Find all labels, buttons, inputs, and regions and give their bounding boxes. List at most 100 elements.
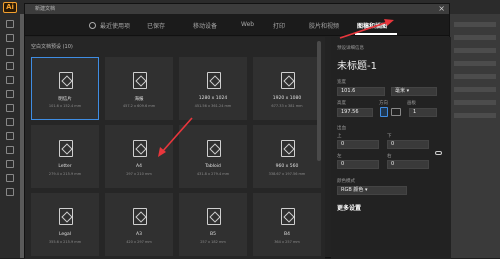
dialog-titlebar: 新建文档 × xyxy=(25,4,449,14)
document-icon xyxy=(59,140,73,157)
eraser-tool-icon[interactable] xyxy=(6,132,14,140)
direct-selection-tool-icon[interactable] xyxy=(6,34,14,42)
tab-print[interactable]: 打印 xyxy=(273,21,285,30)
preset-card[interactable]: B4 364 x 257 mm xyxy=(253,193,321,256)
preset-grid-area: 空白文档预设 (10) 明信片 101.6 x 152.4 mm 海报 457.2 x… xyxy=(25,37,325,259)
document-icon xyxy=(207,208,221,225)
preset-card[interactable]: Tabloid 431.8 x 279.4 mm xyxy=(179,125,247,188)
bleed-label: 出血 xyxy=(337,126,346,131)
document-icon xyxy=(59,72,73,89)
preset-name: A4 xyxy=(136,164,142,169)
preset-name: B4 xyxy=(284,232,290,237)
preset-size: 451.56 x 361.24 mm xyxy=(194,104,232,108)
bleed-left-input[interactable]: 0 xyxy=(337,160,379,169)
bleed-top-label: 上 xyxy=(337,134,342,139)
pen-tool-icon[interactable] xyxy=(6,48,14,56)
preset-card[interactable]: A4 297 x 210 mm xyxy=(105,125,173,188)
tab-web[interactable]: Web xyxy=(241,21,254,28)
type-tool-icon[interactable] xyxy=(6,62,14,70)
preset-name: 1280 x 1024 xyxy=(198,96,228,101)
bleed-top-input[interactable]: 0 xyxy=(337,140,379,149)
preset-name: A3 xyxy=(136,232,142,237)
document-icon xyxy=(133,208,147,225)
document-icon xyxy=(133,72,147,89)
dialog-title: 新建文档 xyxy=(35,6,56,12)
rotate-tool-icon[interactable] xyxy=(6,146,14,154)
preset-card[interactable]: 1920 x 1080 677.33 x 381 mm xyxy=(253,57,321,120)
preset-name: 960 x 560 xyxy=(275,164,299,169)
preset-size: 279.4 x 215.9 mm xyxy=(48,172,82,176)
preset-name: B5 xyxy=(210,232,216,237)
orientation-label: 方向 xyxy=(379,101,388,106)
preset-name: Tabloid xyxy=(205,164,221,169)
preset-card[interactable]: Legal 355.6 x 215.9 mm xyxy=(31,193,99,256)
tab-saved[interactable]: 已保存 xyxy=(147,21,165,30)
height-input[interactable]: 197.56 xyxy=(337,108,373,117)
preset-card[interactable]: 明信片 101.6 x 152.4 mm xyxy=(31,57,99,120)
preset-tabs: 最近使用项 已保存 移动设备 Web 打印 胶片和视频 图稿和插图 xyxy=(25,14,449,36)
preset-size: 297 x 210 mm xyxy=(126,172,152,176)
document-icon xyxy=(207,72,221,89)
preset-card[interactable]: 960 x 560 338.67 x 197.56 mm xyxy=(253,125,321,188)
rectangle-tool-icon[interactable] xyxy=(6,90,14,98)
active-tab-underline xyxy=(355,33,397,35)
brush-tool-icon[interactable] xyxy=(6,104,14,112)
tab-art-illustration[interactable]: 图稿和插图 xyxy=(357,21,387,30)
grid-scrollbar[interactable] xyxy=(317,41,321,161)
document-icon xyxy=(207,140,221,157)
preset-card[interactable]: Letter 279.4 x 215.9 mm xyxy=(31,125,99,188)
close-icon[interactable]: × xyxy=(438,4,445,13)
tab-mobile[interactable]: 移动设备 xyxy=(193,21,217,30)
clock-icon xyxy=(89,22,96,29)
preset-details-panel: 预设详细信息 未标题-1 宽度 101.6 毫米 ▾ 高度 方向 画板 197.… xyxy=(331,37,451,259)
height-label: 高度 xyxy=(337,101,346,106)
line-tool-icon[interactable] xyxy=(6,76,14,84)
bleed-bottom-label: 下 xyxy=(387,134,392,139)
preset-size: 431.8 x 279.4 mm xyxy=(196,172,230,176)
zoom-tool-icon[interactable] xyxy=(6,188,14,196)
properties-panel-background xyxy=(450,14,500,258)
preset-name: 海报 xyxy=(134,97,144,102)
tab-film-video[interactable]: 胶片和视频 xyxy=(309,21,339,30)
illustrator-logo: Ai xyxy=(3,2,17,13)
more-settings-link[interactable]: 更多设置 xyxy=(337,203,361,212)
portrait-orientation-icon[interactable] xyxy=(380,107,388,117)
tools-panel xyxy=(0,14,20,258)
preset-size: 101.6 x 152.4 mm xyxy=(48,104,82,108)
preset-name: 明信片 xyxy=(58,97,72,102)
document-name-field[interactable]: 未标题-1 xyxy=(337,57,377,72)
preset-card[interactable]: B5 257 x 182 mm xyxy=(179,193,247,256)
width-label: 宽度 xyxy=(337,80,346,85)
document-icon xyxy=(281,208,295,225)
preset-size: 355.6 x 215.9 mm xyxy=(48,240,82,244)
unit-select[interactable]: 毫米 ▾ xyxy=(391,87,437,96)
tab-recent[interactable]: 最近使用项 xyxy=(89,21,130,30)
scale-tool-icon[interactable] xyxy=(6,160,14,168)
width-input[interactable]: 101.6 xyxy=(337,87,385,96)
preset-size: 457.2 x 609.6 mm xyxy=(122,104,156,108)
preset-size: 364 x 257 mm xyxy=(274,240,300,244)
bleed-right-input[interactable]: 0 xyxy=(387,160,429,169)
document-icon xyxy=(59,208,73,225)
selection-tool-icon[interactable] xyxy=(6,20,14,28)
artboards-label: 画板 xyxy=(407,101,416,106)
hand-tool-icon[interactable] xyxy=(6,174,14,182)
landscape-orientation-icon[interactable] xyxy=(391,108,401,116)
document-icon xyxy=(281,140,295,157)
preset-card[interactable]: A3 420 x 297 mm xyxy=(105,193,173,256)
preset-card[interactable]: 1280 x 1024 451.56 x 361.24 mm xyxy=(179,57,247,120)
link-bleed-icon[interactable] xyxy=(435,151,442,155)
preset-name: 1920 x 1080 xyxy=(272,96,302,101)
section-title: 空白文档预设 (10) xyxy=(31,44,73,50)
preset-size: 677.33 x 381 mm xyxy=(271,104,303,108)
artboards-input[interactable]: 1 xyxy=(409,108,437,117)
preset-name: Letter xyxy=(58,164,72,169)
preset-card[interactable]: 海报 457.2 x 609.6 mm xyxy=(105,57,173,120)
preset-name: Legal xyxy=(58,232,72,237)
color-mode-select[interactable]: RGB 颜色 ▾ xyxy=(337,186,407,195)
details-header: 预设详细信息 xyxy=(337,46,364,51)
bleed-right-label: 右 xyxy=(387,154,392,159)
preset-size: 338.67 x 197.56 mm xyxy=(268,172,306,176)
pencil-tool-icon[interactable] xyxy=(6,118,14,126)
bleed-bottom-input[interactable]: 0 xyxy=(387,140,429,149)
